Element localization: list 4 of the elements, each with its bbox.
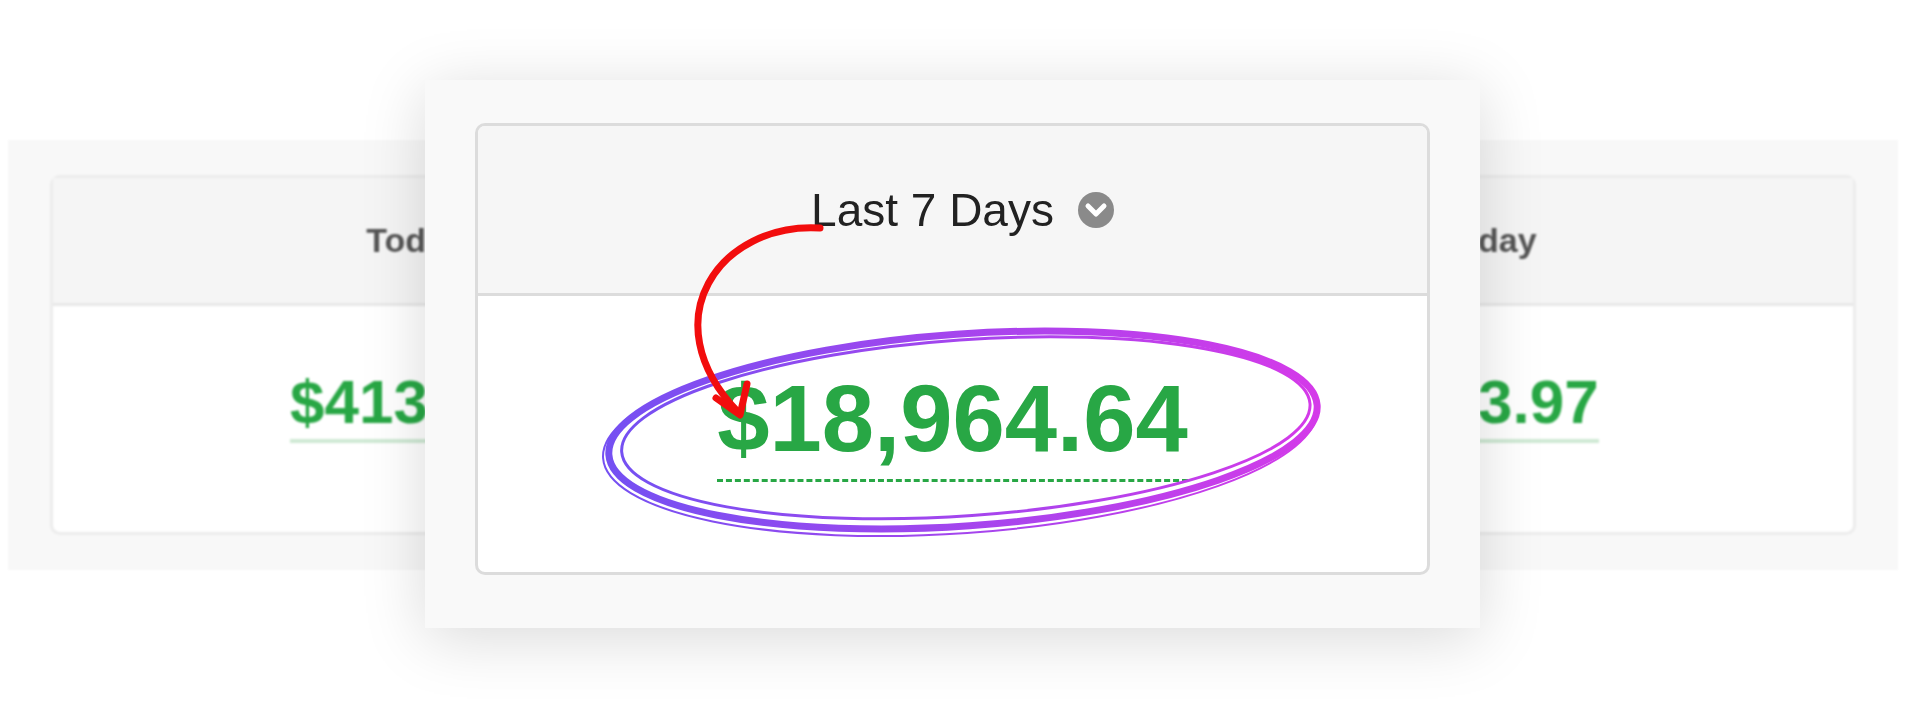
period-label: Last 7 Days (811, 182, 1054, 237)
card-heading: Tod (366, 221, 426, 260)
card-heading: day (1478, 221, 1537, 260)
dropdown-icon[interactable] (1077, 191, 1114, 228)
